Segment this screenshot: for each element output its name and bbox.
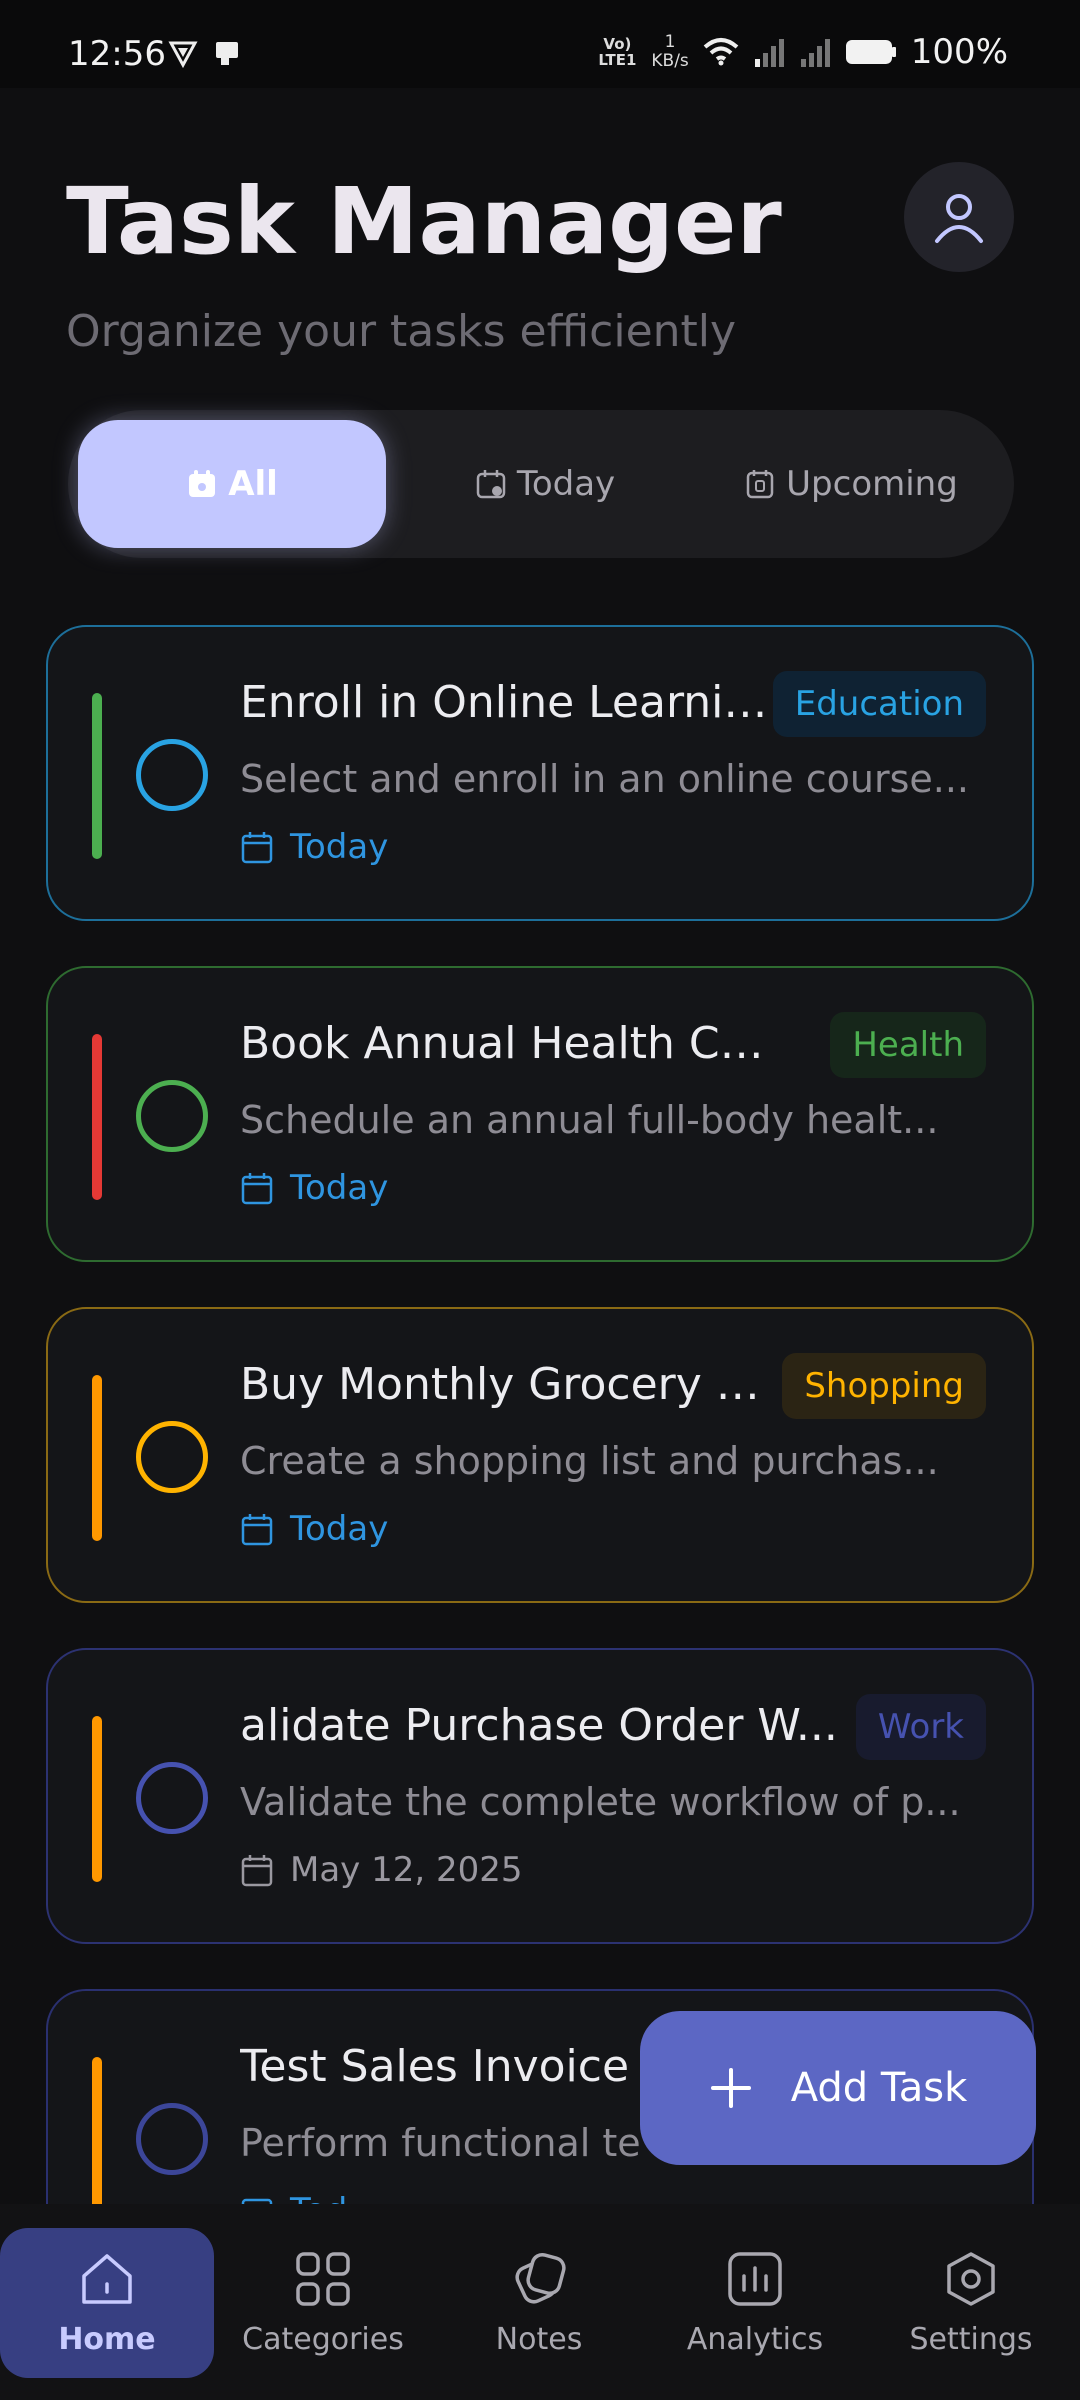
task-description: Select and enroll in an online course... bbox=[240, 757, 969, 801]
category-badge: Shopping bbox=[782, 1353, 986, 1419]
task-title: alidate Purchase Order W... bbox=[240, 1700, 838, 1751]
status-bar: 12:56 Vo) LTE1 1 KB/s 100% bbox=[0, 0, 1080, 88]
tab-all-label: All bbox=[228, 464, 278, 504]
task-due-date: Today bbox=[240, 1509, 388, 1549]
priority-indicator bbox=[92, 1716, 102, 1882]
home-icon bbox=[82, 2253, 132, 2304]
tab-today[interactable]: Today bbox=[392, 420, 698, 548]
task-card[interactable]: Book Annual Health Che... Health Schedul… bbox=[46, 966, 1034, 1262]
battery-percentage: 100% bbox=[910, 32, 1008, 72]
page-title: Task Manager bbox=[66, 168, 782, 275]
user-icon bbox=[935, 194, 983, 243]
volte-indicator: Vo) LTE1 bbox=[598, 35, 637, 69]
task-date-label: Today bbox=[290, 1168, 389, 1208]
tab-all[interactable]: All bbox=[78, 420, 386, 548]
task-checkbox[interactable] bbox=[136, 2103, 208, 2175]
calendar-date-icon bbox=[746, 470, 774, 499]
task-description: Schedule an annual full-body healt... bbox=[240, 1098, 939, 1142]
profile-button[interactable] bbox=[904, 162, 1014, 272]
nav-settings[interactable]: Settings bbox=[864, 2228, 1078, 2378]
network-speed-unit: KB/s bbox=[651, 51, 689, 71]
calendar-icon bbox=[241, 1173, 273, 1205]
filter-tabs: All Today Upcoming bbox=[68, 410, 1014, 558]
task-card[interactable]: Buy Monthly Grocery E... Shopping Create… bbox=[46, 1307, 1034, 1603]
add-task-button[interactable]: Add Task bbox=[640, 2011, 1036, 2165]
nav-home[interactable]: Home bbox=[0, 2228, 214, 2378]
nav-settings-label: Settings bbox=[909, 2321, 1033, 2357]
nav-categories-label: Categories bbox=[242, 2321, 404, 2357]
battery-icon bbox=[845, 40, 896, 64]
task-card[interactable]: alidate Purchase Order W... Work Validat… bbox=[46, 1648, 1034, 1944]
tab-upcoming[interactable]: Upcoming bbox=[698, 420, 1004, 548]
notification-app-icon bbox=[216, 42, 238, 65]
signal-icon-1 bbox=[754, 39, 784, 67]
nav-notes[interactable]: Notes bbox=[432, 2228, 646, 2378]
task-checkbox[interactable] bbox=[136, 739, 208, 811]
task-card[interactable]: Enroll in Online Learnin... Education Se… bbox=[46, 625, 1034, 921]
notes-icon bbox=[515, 2252, 566, 2304]
task-date-label: Today bbox=[290, 827, 389, 867]
bottom-navigation: Home Categories Notes Analytics Settings bbox=[0, 2204, 1080, 2400]
analytics-icon bbox=[728, 2251, 782, 2306]
nav-home-label: Home bbox=[58, 2321, 156, 2357]
network-speed: 1 KB/s bbox=[651, 33, 688, 71]
category-badge: Education bbox=[772, 671, 986, 737]
calendar-today-icon bbox=[189, 470, 216, 497]
task-due-date: Today bbox=[240, 1168, 388, 1208]
category-badge: Work bbox=[855, 1694, 986, 1760]
nav-analytics-label: Analytics bbox=[686, 2321, 824, 2357]
category-badge: Health bbox=[830, 1012, 986, 1078]
task-checkbox[interactable] bbox=[136, 1762, 208, 1834]
priority-indicator bbox=[92, 1375, 102, 1541]
status-right-icons: Vo) LTE1 1 KB/s 100% bbox=[597, 32, 1008, 72]
task-date-label: May 12, 2025 bbox=[290, 1850, 523, 1890]
status-left-icons bbox=[168, 38, 242, 68]
priority-indicator bbox=[92, 1034, 102, 1200]
task-date-label: Today bbox=[290, 1509, 389, 1549]
vpn-icon bbox=[168, 41, 198, 68]
page-subtitle: Organize your tasks efficiently bbox=[66, 306, 737, 357]
app-screen: Task Manager Organize your tasks efficie… bbox=[0, 88, 1080, 2400]
network-speed-value: 1 bbox=[664, 32, 676, 52]
task-checkbox[interactable] bbox=[136, 1080, 208, 1152]
nav-analytics[interactable]: Analytics bbox=[648, 2228, 862, 2378]
task-title: Enroll in Online Learnin... bbox=[240, 677, 780, 728]
nav-notes-label: Notes bbox=[495, 2321, 583, 2357]
tab-today-label: Today bbox=[516, 464, 616, 504]
task-title: Book Annual Health Che... bbox=[240, 1018, 780, 1069]
status-time: 12:56 bbox=[68, 34, 166, 74]
plus-icon bbox=[710, 2068, 751, 2108]
wifi-icon bbox=[703, 38, 739, 66]
nav-categories[interactable]: Categories bbox=[216, 2228, 430, 2378]
signal-icon-2 bbox=[800, 39, 830, 67]
add-task-label: Add Task bbox=[790, 2065, 968, 2111]
calendar-icon bbox=[241, 1855, 273, 1887]
grid-icon bbox=[296, 2251, 350, 2306]
settings-icon bbox=[947, 2251, 995, 2306]
priority-indicator bbox=[92, 693, 102, 859]
calendar-icon bbox=[241, 1514, 273, 1546]
task-title: Buy Monthly Grocery E... bbox=[240, 1359, 780, 1410]
calendar-icon bbox=[241, 832, 273, 864]
task-due-date: May 12, 2025 bbox=[240, 1850, 523, 1890]
task-due-date: Today bbox=[240, 827, 388, 867]
priority-indicator bbox=[92, 2057, 102, 2209]
tab-upcoming-label: Upcoming bbox=[786, 464, 958, 504]
task-checkbox[interactable] bbox=[136, 1421, 208, 1493]
task-description: Validate the complete workflow of p... bbox=[240, 1780, 961, 1824]
task-description: Create a shopping list and purchas... bbox=[240, 1439, 939, 1483]
calendar-check-icon bbox=[476, 470, 506, 499]
